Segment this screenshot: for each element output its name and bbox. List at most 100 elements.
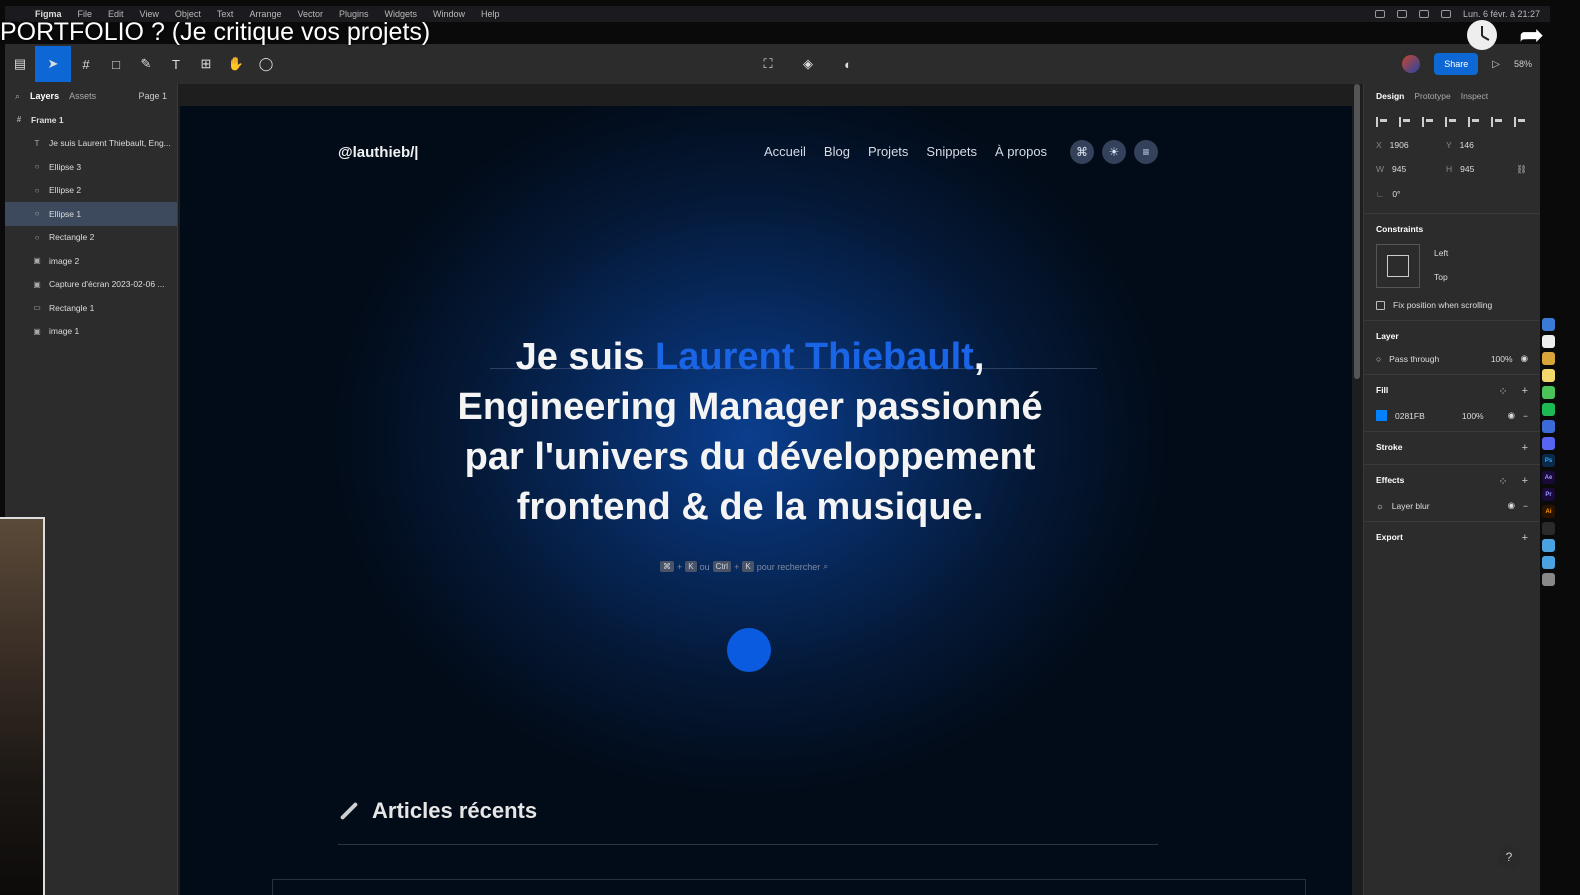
menu-icon[interactable]: ≡ — [1134, 140, 1158, 164]
canvas-scrollbar[interactable] — [1354, 84, 1360, 379]
remove-effect-icon[interactable]: − — [1523, 501, 1528, 511]
layer-row[interactable]: ▭ Rectangle 1 — [5, 296, 177, 320]
shape-tool-icon[interactable]: □ — [101, 46, 131, 82]
nav-blog[interactable]: Blog — [824, 144, 850, 159]
constraint-widget[interactable] — [1376, 244, 1420, 288]
constraint-vertical[interactable]: Top — [1434, 272, 1448, 282]
nav-projets[interactable]: Projets — [868, 144, 908, 159]
prop-w[interactable]: W 945 — [1376, 164, 1446, 175]
styles-icon[interactable]: ⁘ — [1498, 385, 1507, 398]
share-button[interactable]: Share — [1434, 53, 1479, 75]
layer-row[interactable]: ○ Rectangle 2 — [5, 226, 177, 250]
tab-assets[interactable]: Assets — [69, 91, 96, 101]
canvas[interactable]: @lauthieb/| Accueil Blog Projets Snippet… — [178, 84, 1363, 895]
command-icon[interactable]: ⌘ — [1070, 140, 1094, 164]
layer-opacity[interactable]: 100% — [1491, 354, 1513, 364]
align-middle-icon[interactable] — [1468, 117, 1480, 127]
align-bottom-icon[interactable] — [1491, 117, 1503, 127]
discord-icon[interactable] — [1542, 437, 1555, 450]
layer-row[interactable]: ○ Ellipse 1 — [5, 202, 177, 226]
nav-accueil[interactable]: Accueil — [764, 144, 806, 159]
crop-icon[interactable]: ⛶ — [753, 46, 783, 82]
menu-help[interactable]: Help — [473, 9, 508, 19]
tab-inspect[interactable]: Inspect — [1461, 91, 1488, 101]
add-stroke-icon[interactable]: + — [1522, 442, 1528, 454]
prop-y[interactable]: Y 146 — [1446, 140, 1516, 150]
trash-icon[interactable] — [1542, 573, 1555, 586]
finder-icon[interactable] — [1542, 318, 1555, 331]
tab-prototype[interactable]: Prototype — [1414, 91, 1450, 101]
constraint-horizontal[interactable]: Left — [1434, 248, 1448, 258]
sun-icon[interactable]: ☼ — [1376, 501, 1384, 511]
tab-design[interactable]: Design — [1376, 91, 1404, 101]
remove-fill-icon[interactable]: − — [1523, 411, 1528, 421]
video-title[interactable]: PORTFOLIO ? (Je critique vos projets) — [0, 18, 430, 47]
layer-row[interactable]: T Je suis Laurent Thiebault, Eng... — [5, 132, 177, 156]
layer-row[interactable]: ▣ image 1 — [5, 320, 177, 344]
move-tool-icon[interactable]: ➤ — [35, 46, 71, 82]
app-icon[interactable] — [1542, 420, 1555, 433]
layer-row[interactable]: ○ Ellipse 3 — [5, 155, 177, 179]
styles-icon[interactable]: ⁘ — [1498, 475, 1507, 488]
sun-icon[interactable]: ☀ — [1102, 140, 1126, 164]
mask-icon[interactable]: ◐ — [833, 46, 863, 82]
watch-later-icon[interactable] — [1467, 20, 1497, 50]
blend-mode[interactable]: Pass through — [1389, 354, 1483, 364]
eye-icon[interactable]: ◉ — [1521, 353, 1528, 364]
frame-tool-icon[interactable]: # — [71, 46, 101, 82]
present-icon[interactable]: ▷ — [1492, 59, 1500, 70]
add-effect-icon[interactable]: + — [1522, 475, 1528, 488]
menu-window[interactable]: Window — [425, 9, 473, 19]
spotify-icon[interactable] — [1542, 403, 1555, 416]
hero-heading[interactable]: Je suis Laurent Thiebault, Engineering M… — [390, 332, 1110, 532]
layer-row[interactable]: ○ Ellipse 2 — [5, 179, 177, 203]
share-arrow-icon[interactable]: ➦ — [1519, 18, 1544, 53]
folder-icon[interactable] — [1542, 556, 1555, 569]
illustrator-icon[interactable]: Ai — [1542, 505, 1555, 518]
avatar[interactable] — [1402, 55, 1421, 73]
after-effects-icon[interactable]: Ae — [1542, 471, 1555, 484]
frame-preview[interactable]: @lauthieb/| Accueil Blog Projets Snippet… — [180, 106, 1352, 895]
wifi-icon[interactable] — [1440, 10, 1451, 18]
eye-icon[interactable]: ◉ — [1508, 500, 1515, 511]
align-center-icon[interactable] — [1399, 117, 1411, 127]
constrain-proportions-icon[interactable]: ⛓ — [1516, 164, 1536, 175]
layer-frame[interactable]: # Frame 1 — [5, 108, 177, 132]
comment-tool-icon[interactable]: ◯ — [251, 46, 281, 82]
fill-opacity[interactable]: 100% — [1462, 411, 1484, 421]
help-icon[interactable]: ? — [1497, 845, 1521, 869]
layer-row[interactable]: ▣ image 2 — [5, 249, 177, 273]
chrome-icon[interactable] — [1542, 352, 1555, 365]
status-icon[interactable] — [1396, 10, 1407, 18]
photoshop-icon[interactable]: Ps — [1542, 454, 1555, 467]
battery-icon[interactable] — [1418, 10, 1429, 18]
align-left-icon[interactable] — [1376, 117, 1388, 127]
fix-position-checkbox[interactable] — [1376, 300, 1385, 310]
zoom-level[interactable]: 58% — [1514, 59, 1532, 69]
distribute-icon[interactable] — [1514, 117, 1526, 127]
align-right-icon[interactable] — [1422, 117, 1434, 127]
nav-a-propos[interactable]: À propos — [995, 144, 1047, 159]
layer-row[interactable]: ▣ Capture d'écran 2023-02-06 ... — [5, 273, 177, 297]
status-icon[interactable] — [1374, 10, 1385, 18]
text-tool-icon[interactable]: T — [161, 46, 191, 82]
fill-swatch[interactable] — [1376, 410, 1387, 421]
align-top-icon[interactable] — [1445, 117, 1457, 127]
eye-icon[interactable]: ◉ — [1508, 410, 1515, 421]
page-selector[interactable]: Page 1 — [138, 91, 167, 101]
premiere-icon[interactable]: Pr — [1542, 488, 1555, 501]
effect-name[interactable]: Layer blur — [1392, 501, 1500, 511]
component-icon[interactable]: ◈ — [793, 46, 823, 82]
main-menu-icon[interactable]: ▤ — [5, 46, 35, 82]
prop-h[interactable]: H 945 — [1446, 164, 1516, 175]
messages-icon[interactable] — [1542, 386, 1555, 399]
add-export-icon[interactable]: + — [1522, 532, 1528, 544]
hand-tool-icon[interactable]: ✋ — [221, 46, 251, 82]
calendar-icon[interactable] — [1542, 335, 1555, 348]
folder-icon[interactable] — [1542, 539, 1555, 552]
ellipse-1[interactable] — [727, 628, 771, 672]
figma-icon[interactable] — [1542, 522, 1555, 535]
search-icon[interactable]: ⌕ — [15, 91, 20, 102]
notes-icon[interactable] — [1542, 369, 1555, 382]
article-card[interactable] — [272, 879, 1306, 895]
